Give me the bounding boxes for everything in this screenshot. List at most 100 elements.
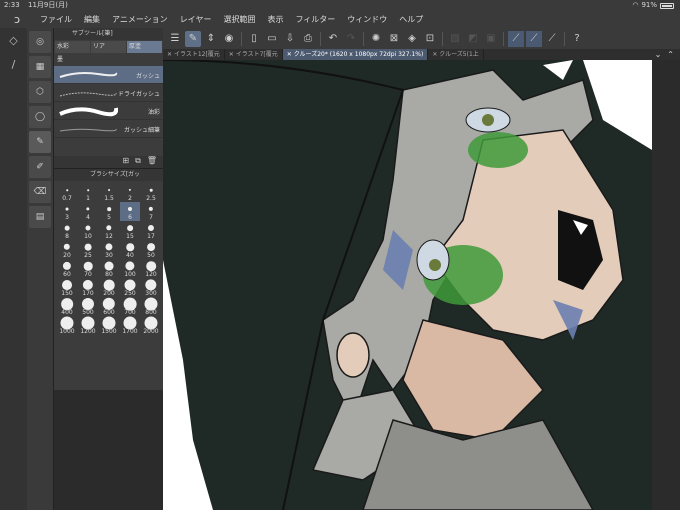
brush-size-option[interactable]: 8: [57, 221, 77, 240]
brush-size-option[interactable]: 200: [99, 278, 119, 297]
settings-icon[interactable]: ◉: [221, 31, 237, 47]
tab-list-icon[interactable]: ⌄: [655, 49, 662, 60]
brush-size-option[interactable]: 80: [99, 259, 119, 278]
brush-size-option[interactable]: 3: [57, 202, 77, 221]
brush-label: 油彩: [147, 109, 160, 116]
brush-size-option[interactable]: 150: [57, 278, 77, 297]
print-icon[interactable]: ⎙: [300, 31, 316, 47]
tab-doc-2[interactable]: ✕ イラスト7[覆元: [225, 49, 283, 60]
updown-icon[interactable]: ⇕: [203, 31, 219, 47]
menu-window[interactable]: ウィンドウ: [341, 14, 393, 25]
menu-edit[interactable]: 編集: [78, 14, 106, 25]
brush-size-option[interactable]: 15: [120, 221, 140, 240]
help-icon[interactable]: ?: [569, 31, 585, 47]
menu-view[interactable]: 表示: [261, 14, 289, 25]
drawing-canvas[interactable]: [163, 60, 652, 510]
brush-size-option[interactable]: 25: [78, 240, 98, 259]
brush-size-option[interactable]: 30: [99, 240, 119, 259]
undo-icon[interactable]: ↶: [325, 31, 341, 47]
delete-subtool-icon[interactable]: 🗑: [147, 156, 157, 168]
duplicate-subtool-icon[interactable]: ⧉: [135, 156, 141, 168]
brush-size-option[interactable]: 60: [57, 259, 77, 278]
collapse-icon[interactable]: ⌃: [667, 49, 674, 60]
brush-gouache[interactable]: ガッシュ: [54, 66, 163, 84]
brush-size-option[interactable]: 6: [120, 202, 140, 221]
menu-filter[interactable]: フィルター: [289, 14, 341, 25]
grid-snap-icon[interactable]: ⟋: [544, 31, 560, 47]
brush-size-option[interactable]: 250: [120, 278, 140, 297]
brush-size-option[interactable]: 500: [78, 297, 98, 316]
brush-size-option[interactable]: 4: [78, 202, 98, 221]
brush-tool-icon[interactable]: ✐: [29, 156, 51, 178]
operation-tool-icon[interactable]: ▦: [29, 56, 51, 78]
move-tool-icon[interactable]: ⬡: [29, 81, 51, 103]
clear-icon[interactable]: ⊠: [386, 31, 402, 47]
subtool-tab-watercolor[interactable]: 水彩: [55, 41, 90, 53]
brush-size-option[interactable]: 12: [99, 221, 119, 240]
pen-icon[interactable]: /: [0, 52, 27, 76]
loading-icon[interactable]: ✺: [368, 31, 384, 47]
brush-size-option[interactable]: 70: [78, 259, 98, 278]
redo-icon[interactable]: ↷: [343, 31, 359, 47]
app-logo-icon[interactable]: ↄ: [0, 13, 34, 26]
brush-size-option[interactable]: 400: [57, 297, 77, 316]
brush-size-option[interactable]: 170: [78, 278, 98, 297]
menu-file[interactable]: ファイル: [34, 14, 78, 25]
special-ruler-icon[interactable]: ⟋: [526, 30, 542, 47]
brush-size-option[interactable]: 50: [141, 240, 161, 259]
brush-size-option[interactable]: 2000: [141, 316, 161, 335]
brush-size-option[interactable]: 300: [141, 278, 161, 297]
brush-size-option[interactable]: 1700: [120, 316, 140, 335]
brush-size-option[interactable]: 120: [141, 259, 161, 278]
brush-size-option[interactable]: 1000: [57, 316, 77, 335]
menu-help[interactable]: ヘルプ: [393, 14, 429, 25]
fill-icon[interactable]: ◈: [404, 31, 420, 47]
select-none-icon[interactable]: ▧: [447, 31, 463, 47]
brush-size-option[interactable]: 40: [120, 240, 140, 259]
brush-size-option[interactable]: 100: [120, 259, 140, 278]
new-file-icon[interactable]: ▯: [246, 31, 262, 47]
brush-oil[interactable]: 油彩: [54, 102, 163, 120]
pen-tool-icon[interactable]: ✎: [29, 131, 51, 153]
add-subtool-icon[interactable]: ⊞: [122, 156, 129, 168]
brush-size-option[interactable]: 1200: [78, 316, 98, 335]
menu-selection[interactable]: 選択範囲: [217, 14, 261, 25]
brush-size-option[interactable]: 1500: [99, 316, 119, 335]
tab-doc-4[interactable]: ✕ クルーズ5(1上: [428, 49, 484, 60]
brush-dry-gouache[interactable]: ドライガッシュ: [54, 84, 163, 102]
edit-mode-icon[interactable]: ✎: [185, 30, 201, 47]
subtool-tab-ink[interactable]: 墨: [54, 54, 163, 66]
tab-doc-1[interactable]: ✕ イラスト12[覆元: [163, 49, 225, 60]
save-icon[interactable]: ⇩: [282, 31, 298, 47]
brush-size-option[interactable]: 600: [99, 297, 119, 316]
select-extend-icon[interactable]: ▣: [483, 31, 499, 47]
brush-size-option[interactable]: 0.7: [57, 183, 77, 202]
brush-size-option[interactable]: 700: [120, 297, 140, 316]
brush-size-option[interactable]: 17: [141, 221, 161, 240]
menu-layer[interactable]: レイヤー: [174, 14, 218, 25]
open-folder-icon[interactable]: ▭: [264, 31, 280, 47]
brush-gouache-fine[interactable]: ガッシュ細筆: [54, 120, 163, 138]
menu-animation[interactable]: アニメーション: [106, 14, 174, 25]
brush-size-option[interactable]: 2.5: [141, 183, 161, 202]
brush-size-option[interactable]: 1.5: [99, 183, 119, 202]
tab-doc-active[interactable]: ✕ クルーズ20* (1620 x 1080px 72dpi 327.1%): [282, 49, 429, 60]
eraser-tool-icon[interactable]: ⌫: [29, 181, 51, 203]
brush-size-option[interactable]: 5: [99, 202, 119, 221]
brush-size-option[interactable]: 7: [141, 202, 161, 221]
lasso-tool-icon[interactable]: ◯: [29, 106, 51, 128]
brush-size-option[interactable]: 20: [57, 240, 77, 259]
zoom-tool-icon[interactable]: ◎: [29, 31, 51, 53]
select-invert-icon[interactable]: ◩: [465, 31, 481, 47]
brush-size-option[interactable]: 1: [78, 183, 98, 202]
subtool-tab-real[interactable]: リア: [91, 41, 126, 53]
fill-tool-icon[interactable]: ▤: [29, 206, 51, 228]
crop-icon[interactable]: ⊡: [422, 31, 438, 47]
brush-size-option[interactable]: 10: [78, 221, 98, 240]
menu-toggle-icon[interactable]: ☰: [167, 31, 183, 47]
brush-size-option[interactable]: 2: [120, 183, 140, 202]
layers-icon[interactable]: ◇: [0, 28, 27, 52]
subtool-tab-thick[interactable]: 厚塗: [127, 41, 162, 53]
brush-size-option[interactable]: 800: [141, 297, 161, 316]
ruler-snap-icon[interactable]: ⟋: [508, 30, 524, 47]
